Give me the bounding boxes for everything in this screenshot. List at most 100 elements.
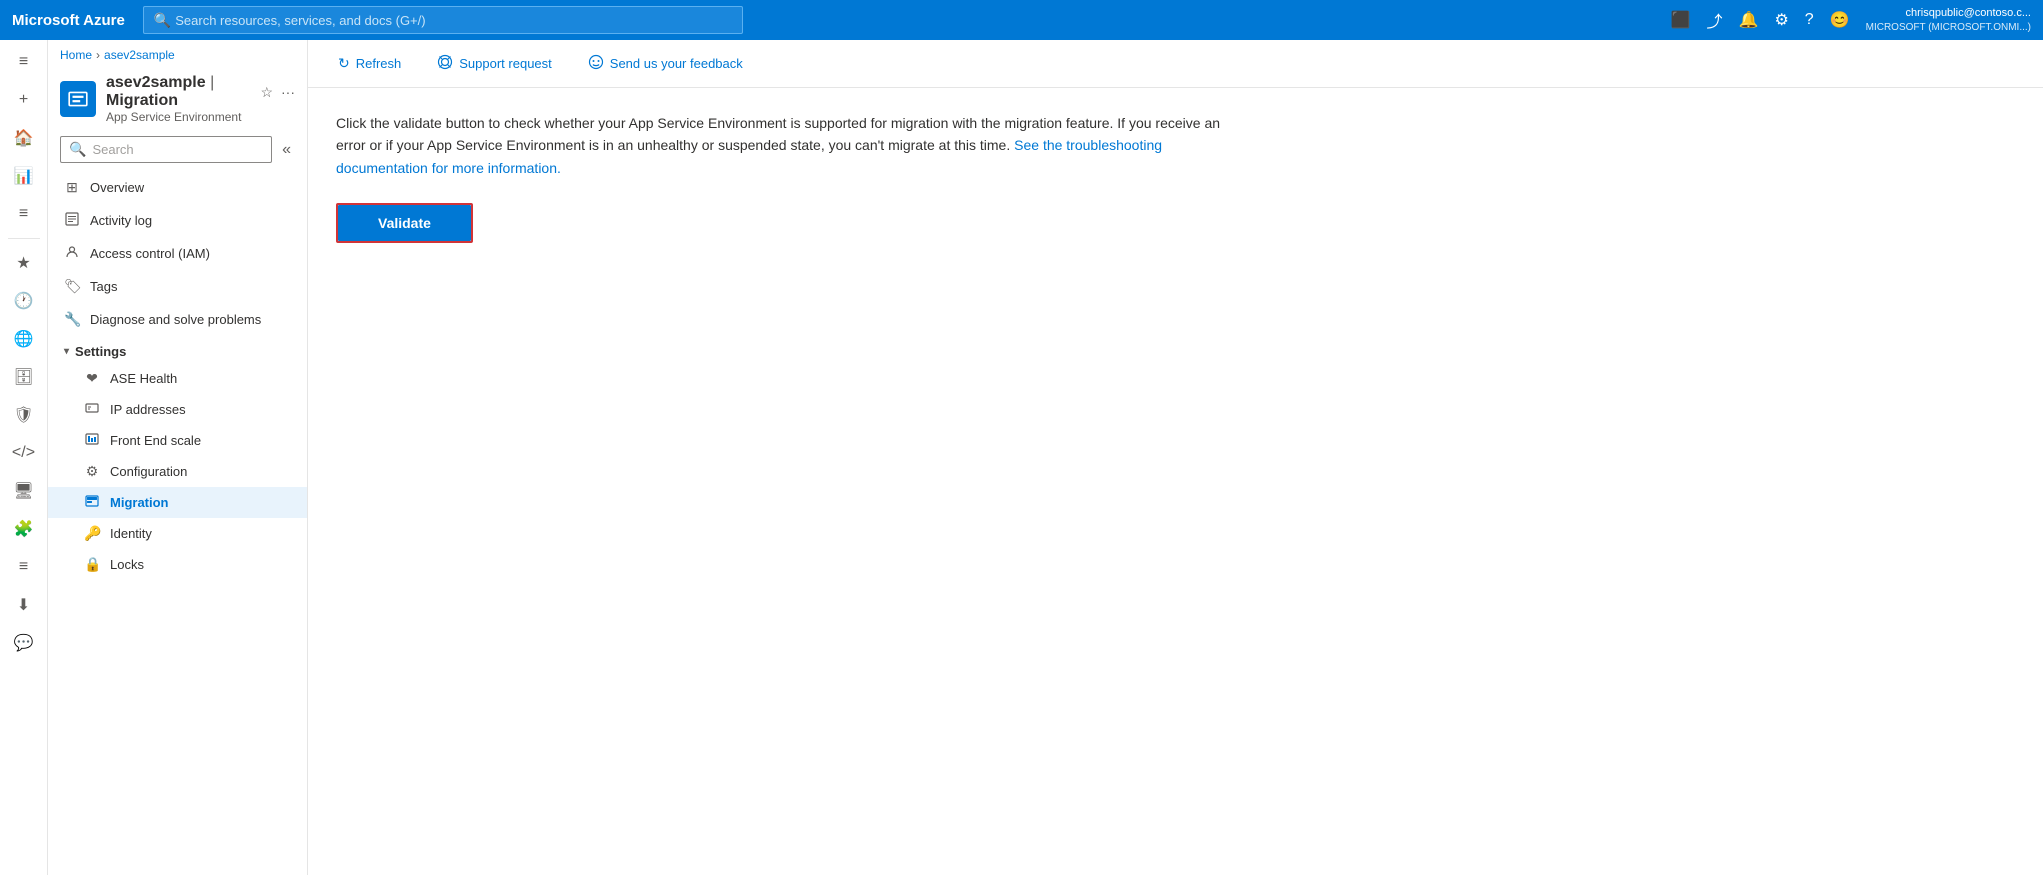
support-request-button[interactable]: Support request bbox=[427, 48, 562, 79]
sidebar-item-locks[interactable]: 🔒 Locks bbox=[48, 549, 307, 580]
help-icon[interactable]: ? bbox=[1801, 7, 1818, 33]
icon-bar-database[interactable]: 🗄 bbox=[4, 359, 44, 395]
icon-bar-list[interactable]: ≡ bbox=[4, 196, 44, 232]
sidebar-item-diagnose[interactable]: 🔧 Diagnose and solve problems bbox=[48, 303, 307, 336]
sidebar-item-migration-label: Migration bbox=[110, 495, 169, 510]
main-toolbar: ↻ Refresh Support request Send us your f… bbox=[308, 40, 2043, 88]
sidebar-item-identity[interactable]: 🔑 Identity bbox=[48, 518, 307, 549]
icon-bar-home[interactable]: 🏠 bbox=[4, 120, 44, 156]
icon-bar: ≡ + 🏠 📊 ≡ ★ 🕐 🌐 🗄 🛡 </> 🖥 🧩 ≡ ⬇ 💬 bbox=[0, 40, 48, 875]
feedback-label: Send us your feedback bbox=[610, 56, 743, 71]
validate-button-wrapper: Validate bbox=[336, 203, 473, 243]
sidebar-item-ase-health-label: ASE Health bbox=[110, 371, 177, 386]
global-search-input[interactable] bbox=[175, 13, 732, 28]
sidebar-item-front-end-scale[interactable]: Front End scale bbox=[48, 425, 307, 456]
sidebar-item-locks-label: Locks bbox=[110, 557, 144, 572]
sidebar-item-diagnose-label: Diagnose and solve problems bbox=[90, 312, 261, 327]
resource-subtitle: App Service Environment bbox=[106, 110, 295, 124]
diagnose-icon: 🔧 bbox=[64, 311, 80, 328]
sidebar-item-access-control-label: Access control (IAM) bbox=[90, 246, 210, 261]
sidebar: Home › asev2sample asev2sample | Migrati… bbox=[48, 40, 308, 875]
icon-bar-create[interactable]: + bbox=[4, 82, 44, 118]
more-options-icon[interactable]: ··· bbox=[281, 84, 295, 100]
identity-icon: 🔑 bbox=[84, 525, 100, 542]
support-label: Support request bbox=[459, 56, 552, 71]
sidebar-item-ip-addresses[interactable]: IP addresses bbox=[48, 394, 307, 425]
feedback-icon[interactable]: 😊 bbox=[1826, 6, 1854, 34]
icon-bar-chat[interactable]: 💬 bbox=[4, 625, 44, 661]
main-content: ↻ Refresh Support request Send us your f… bbox=[308, 40, 2043, 875]
sidebar-item-ip-addresses-label: IP addresses bbox=[110, 402, 186, 417]
icon-bar-layers[interactable]: ≡ bbox=[4, 549, 44, 585]
icon-bar-shield[interactable]: 🛡 bbox=[4, 397, 44, 433]
settings-section-header[interactable]: ▾ Settings bbox=[48, 336, 307, 363]
breadcrumb-home[interactable]: Home bbox=[60, 48, 92, 62]
brand-logo: Microsoft Azure bbox=[12, 12, 125, 29]
icon-bar-favorites[interactable]: ★ bbox=[4, 245, 44, 281]
sidebar-nav: ⊞ Overview Activity log Access control (… bbox=[48, 171, 307, 875]
support-icon bbox=[437, 54, 453, 73]
search-icon: 🔍 bbox=[154, 12, 171, 29]
icon-bar-expand[interactable]: ≡ bbox=[4, 44, 44, 80]
icon-bar-dashboard[interactable]: 📊 bbox=[4, 158, 44, 194]
settings-chevron-icon: ▾ bbox=[64, 346, 69, 357]
top-nav-icons: ⬛ ⤴ 🔔 ⚙ ? 😊 chrisqpublic@contoso.c... MI… bbox=[1667, 4, 2031, 36]
icon-bar-globe[interactable]: 🌐 bbox=[4, 321, 44, 357]
icon-bar-code[interactable]: </> bbox=[4, 435, 44, 471]
sidebar-item-identity-label: Identity bbox=[110, 526, 152, 541]
top-navigation: Microsoft Azure 🔍 ⬛ ⤴ 🔔 ⚙ ? 😊 chrisqpubl… bbox=[0, 0, 2043, 40]
validate-button[interactable]: Validate bbox=[338, 205, 471, 241]
user-tenant: MICROSOFT (MICROSOFT.ONMI...) bbox=[1866, 21, 2031, 34]
user-name: chrisqpublic@contoso.c... bbox=[1866, 6, 2031, 20]
settings-icon[interactable]: ⚙ bbox=[1770, 6, 1792, 34]
sidebar-search[interactable]: 🔍 bbox=[60, 136, 272, 163]
sidebar-item-ase-health[interactable]: ❤ ASE Health bbox=[48, 363, 307, 394]
settings-section-label: Settings bbox=[75, 344, 126, 359]
feedback-icon bbox=[588, 54, 604, 73]
sidebar-collapse-button[interactable]: « bbox=[278, 139, 295, 161]
cloud-shell-icon[interactable]: ⬛ bbox=[1667, 6, 1695, 34]
sidebar-item-access-control[interactable]: Access control (IAM) bbox=[48, 237, 307, 270]
sidebar-item-tags-label: Tags bbox=[90, 279, 117, 294]
sidebar-item-activity-log[interactable]: Activity log bbox=[48, 204, 307, 237]
icon-bar-puzzle[interactable]: 🧩 bbox=[4, 511, 44, 547]
refresh-icon: ↻ bbox=[338, 55, 350, 72]
sidebar-item-overview-label: Overview bbox=[90, 180, 144, 195]
sidebar-search-input[interactable] bbox=[92, 142, 263, 157]
favorite-icon[interactable]: ☆ bbox=[260, 84, 273, 101]
tags-icon: 🏷 bbox=[64, 278, 80, 295]
portal-icon[interactable]: ⤴ bbox=[1703, 4, 1727, 36]
resource-icon bbox=[60, 81, 96, 117]
main-body: Click the validate button to check wheth… bbox=[308, 88, 2043, 875]
sidebar-item-activity-log-label: Activity log bbox=[90, 213, 152, 228]
breadcrumb-resource[interactable]: asev2sample bbox=[104, 48, 175, 62]
global-search-box[interactable]: 🔍 bbox=[143, 6, 743, 34]
sidebar-item-configuration-label: Configuration bbox=[110, 464, 187, 479]
icon-bar-download[interactable]: ⬇ bbox=[4, 587, 44, 623]
access-control-icon bbox=[64, 245, 80, 262]
refresh-label: Refresh bbox=[356, 56, 402, 71]
icon-bar-recent[interactable]: 🕐 bbox=[4, 283, 44, 319]
configuration-icon: ⚙ bbox=[84, 463, 100, 480]
ase-health-icon: ❤ bbox=[84, 370, 100, 387]
icon-bar-monitor[interactable]: 🖥 bbox=[4, 473, 44, 509]
front-end-scale-icon bbox=[84, 432, 100, 449]
sidebar-item-migration[interactable]: Migration bbox=[48, 487, 307, 518]
refresh-button[interactable]: ↻ Refresh bbox=[328, 49, 411, 78]
user-info[interactable]: chrisqpublic@contoso.c... MICROSOFT (MIC… bbox=[1866, 6, 2031, 33]
notifications-icon[interactable]: 🔔 bbox=[1735, 6, 1763, 34]
resource-name: asev2sample | Migration bbox=[106, 74, 252, 110]
feedback-button[interactable]: Send us your feedback bbox=[578, 48, 753, 79]
sidebar-item-overview[interactable]: ⊞ Overview bbox=[48, 171, 307, 204]
description-text: Click the validate button to check wheth… bbox=[336, 112, 1236, 179]
sidebar-item-front-end-scale-label: Front End scale bbox=[110, 433, 201, 448]
sidebar-search-row: 🔍 « bbox=[48, 128, 307, 171]
resource-header: asev2sample | Migration ☆ ··· App Servic… bbox=[48, 66, 307, 128]
migration-icon bbox=[84, 494, 100, 511]
breadcrumb: Home › asev2sample bbox=[48, 40, 307, 66]
sidebar-item-configuration[interactable]: ⚙ Configuration bbox=[48, 456, 307, 487]
sidebar-item-tags[interactable]: 🏷 Tags bbox=[48, 270, 307, 303]
overview-icon: ⊞ bbox=[64, 179, 80, 196]
sidebar-search-icon: 🔍 bbox=[69, 141, 86, 158]
ip-addresses-icon bbox=[84, 401, 100, 418]
